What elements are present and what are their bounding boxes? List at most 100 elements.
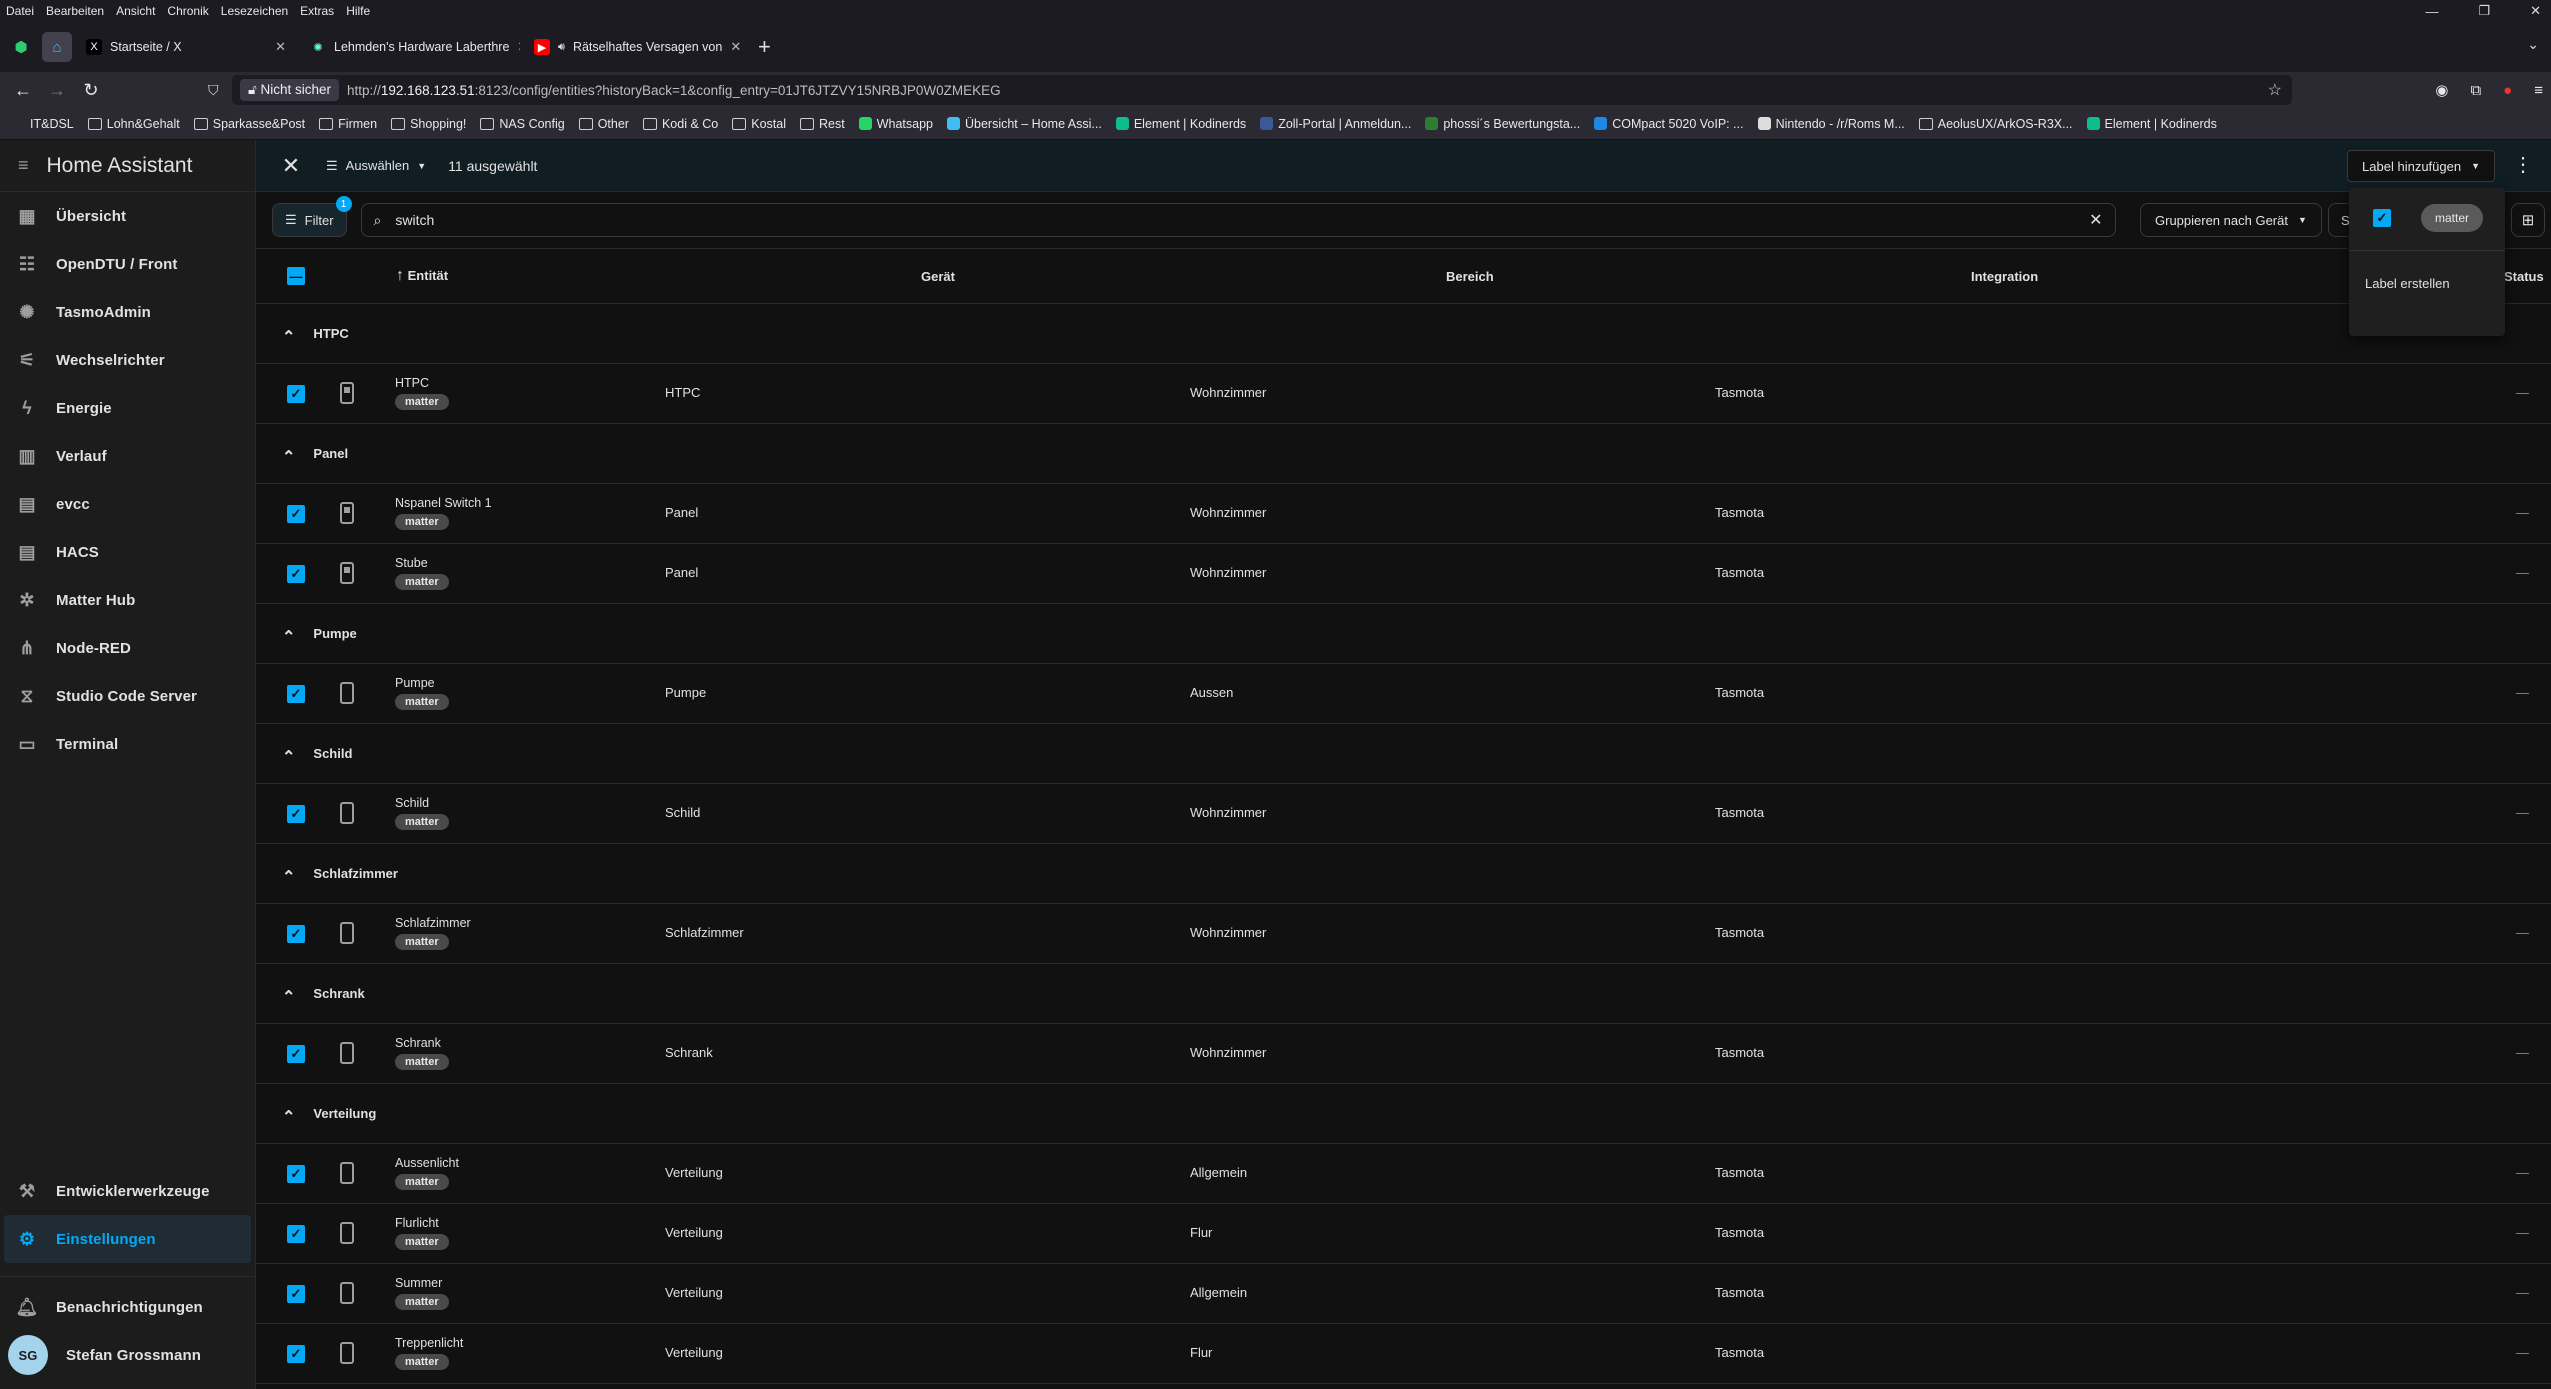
chevron-up-icon[interactable]: ⌃ <box>282 867 295 887</box>
menu-icon[interactable]: ≡ <box>2534 82 2543 99</box>
bookmark-item[interactable]: phossi´s Bewertungsta... <box>1425 117 1580 131</box>
add-label-button[interactable]: Label hinzufügen ▼ <box>2347 150 2495 182</box>
sidebar-item-devtools[interactable]: ⚒ Entwicklerwerkzeuge <box>0 1167 255 1215</box>
sidebar-item-matter-hub[interactable]: ✲ Matter Hub <box>0 576 255 624</box>
bookmark-item[interactable]: Element | Kodinerds <box>2086 117 2217 131</box>
table-row[interactable]: ✓ Stube matter Panel Wohnzimmer Tasmota — <box>256 544 2551 604</box>
entity-name[interactable]: Aussenlicht <box>395 1156 459 1170</box>
close-tab-icon[interactable]: ✕ <box>275 39 286 55</box>
menu-item[interactable]: Datei <box>6 4 34 18</box>
filter-button[interactable]: ☰ Filter 1 <box>272 196 352 237</box>
tab-1[interactable]: X Startseite / X ✕ <box>76 29 296 65</box>
chevron-up-icon[interactable]: ⌃ <box>282 987 295 1007</box>
row-checkbox[interactable]: ✓ <box>287 925 305 943</box>
bookmark-item[interactable]: Kostal <box>732 117 786 131</box>
row-checkbox[interactable]: ✓ <box>287 1345 305 1363</box>
clear-search-icon[interactable]: ✕ <box>2089 210 2102 230</box>
bookmark-item[interactable]: Shopping! <box>391 117 466 131</box>
row-checkbox[interactable]: ✓ <box>287 685 305 703</box>
group-header[interactable]: ⌃ Schrank <box>256 964 2551 1024</box>
restore-icon[interactable]: ❐ <box>2478 3 2490 19</box>
entity-name[interactable]: Treppenlicht <box>395 1336 463 1350</box>
row-checkbox[interactable]: ✓ <box>287 505 305 523</box>
account-icon[interactable]: ◉ <box>2435 81 2448 99</box>
label-option-matter[interactable]: ✓ matter <box>2349 188 2505 248</box>
bookmark-item[interactable]: IT&DSL <box>12 117 74 131</box>
reload-icon[interactable]: ↻ <box>74 80 108 101</box>
menu-item[interactable]: Ansicht <box>116 4 155 18</box>
column-device[interactable]: Gerät <box>921 269 955 284</box>
chevron-up-icon[interactable]: ⌃ <box>282 327 295 347</box>
table-row[interactable]: ✓ Aussenlicht matter Verteilung Allgemein Tas… <box>256 1144 2551 1204</box>
table-row[interactable]: ✓ HTPC matter HTPC Wohnzimmer Tasmota — <box>256 364 2551 424</box>
sidebar-item-energie[interactable]: ϟ Energie <box>0 384 255 432</box>
addon-icon[interactable]: ● <box>2503 82 2512 99</box>
group-header[interactable]: ⌃ Schlafzimmer <box>256 844 2551 904</box>
bookmark-item[interactable]: Rest <box>800 117 845 131</box>
close-tab-icon[interactable]: ✕ <box>730 39 741 55</box>
close-tab-icon[interactable]: ✕ <box>517 39 520 55</box>
table-row[interactable]: ✓ Treppenlicht matter Verteilung Flur Tasmota… <box>256 1324 2551 1384</box>
bookmark-item[interactable]: Übersicht – Home Assi... <box>946 117 1102 131</box>
entity-name[interactable]: Schild <box>395 796 429 810</box>
group-header[interactable]: ⌃ HTPC <box>256 304 2551 364</box>
entity-name[interactable]: Stube <box>395 556 428 570</box>
bookmark-item[interactable]: Zoll-Portal | Anmeldun... <box>1260 117 1411 131</box>
bookmark-item[interactable]: Kodi & Co <box>642 117 718 131</box>
shield-icon[interactable]: ⛉ <box>208 82 219 99</box>
sidebar-item-hacs[interactable]: ▤ HACS <box>0 528 255 576</box>
sidebar-item-node-red[interactable]: ⋔ Node-RED <box>0 624 255 672</box>
tab-2[interactable]: ✺ Lehmden's Hardware Laberthre ✕ <box>300 29 520 65</box>
select-all-checkbox[interactable]: — <box>287 267 305 285</box>
bookmark-item[interactable]: AeolusUX/ArkOS-R3X... <box>1918 117 2073 131</box>
column-entity[interactable]: ↑ Entität <box>396 267 448 285</box>
group-header[interactable]: ⌃ Verteilung <box>256 1084 2551 1144</box>
row-checkbox[interactable]: ✓ <box>287 1285 305 1303</box>
minimize-icon[interactable]: — <box>2425 4 2438 19</box>
menu-item[interactable]: Chronik <box>167 4 208 18</box>
pinned-tab-chatgpt[interactable]: ⬢ <box>6 32 36 62</box>
table-row[interactable]: ✓ Flurlicht matter Verteilung Flur Tasmota — <box>256 1204 2551 1264</box>
sidebar-item-evcc[interactable]: ▤ evcc <box>0 480 255 528</box>
menu-item[interactable]: Bearbeiten <box>46 4 104 18</box>
sidebar-item-opendtu-front[interactable]: ☷ OpenDTU / Front <box>0 240 255 288</box>
table-row[interactable]: ✓ Pumpe matter Pumpe Aussen Tasmota — <box>256 664 2551 724</box>
bookmark-item[interactable]: Element | Kodinerds <box>1115 117 1246 131</box>
entity-name[interactable]: Summer <box>395 1276 442 1290</box>
sidebar-item-wechselrichter[interactable]: ⚟ Wechselrichter <box>0 336 255 384</box>
create-label-item[interactable]: Label erstellen <box>2349 253 2505 313</box>
entity-name[interactable]: Pumpe <box>395 676 435 690</box>
audio-icon[interactable]: 🔊︎ <box>558 41 565 54</box>
pinned-tab-homeassistant[interactable]: ⌂ <box>42 32 72 62</box>
entity-name[interactable]: HTPC <box>395 376 429 390</box>
url-bar[interactable]: ⛉ 🔓︎ Nicht sicher http://192.168.123.51:… <box>208 75 2292 105</box>
bookmark-item[interactable]: Lohn&Gehalt <box>87 117 180 131</box>
label-checkbox[interactable]: ✓ <box>2373 209 2391 227</box>
chevron-up-icon[interactable]: ⌃ <box>282 1107 295 1127</box>
menu-collapse-icon[interactable]: ≡ <box>18 155 29 176</box>
chevron-up-icon[interactable]: ⌃ <box>282 747 295 767</box>
bookmark-item[interactable]: NAS Config <box>480 117 565 131</box>
sidebar-item--bersicht[interactable]: ▦ Übersicht <box>0 192 255 240</box>
table-row[interactable]: ✓ Nspanel Switch 1 matter Panel Wohnzimmer Ta… <box>256 484 2551 544</box>
table-row[interactable]: ✓ Summer matter Verteilung Allgemein Tasmota — <box>256 1264 2551 1324</box>
chevron-up-icon[interactable]: ⌃ <box>282 447 295 467</box>
entity-name[interactable]: Schlafzimmer <box>395 916 471 930</box>
sidebar-item-verlauf[interactable]: ▥ Verlauf <box>0 432 255 480</box>
tab-3[interactable]: ▶ 🔊︎ Rätselhaftes Versagen von ✕ <box>524 29 744 65</box>
group-header[interactable]: ⌃ Pumpe <box>256 604 2551 664</box>
entity-name[interactable]: Flurlicht <box>395 1216 439 1230</box>
row-checkbox[interactable]: ✓ <box>287 565 305 583</box>
bookmark-item[interactable]: Whatsapp <box>858 117 933 131</box>
table-row[interactable]: ✓ Schlafzimmer matter Schlafzimmer Wohnzimme… <box>256 904 2551 964</box>
extensions-icon[interactable]: ⧉ <box>2470 82 2481 99</box>
menu-item[interactable]: Extras <box>300 4 334 18</box>
close-window-icon[interactable]: ✕ <box>2530 3 2541 19</box>
group-header[interactable]: ⌃ Schild <box>256 724 2551 784</box>
menu-item[interactable]: Hilfe <box>346 4 370 18</box>
row-checkbox[interactable]: ✓ <box>287 805 305 823</box>
group-by-button[interactable]: Gruppieren nach Gerät ▼ <box>2140 203 2322 237</box>
bookmark-star-icon[interactable]: ☆ <box>2268 80 2282 100</box>
bookmark-item[interactable]: Sparkasse&Post <box>193 117 305 131</box>
forward-icon[interactable]: → <box>40 80 74 101</box>
